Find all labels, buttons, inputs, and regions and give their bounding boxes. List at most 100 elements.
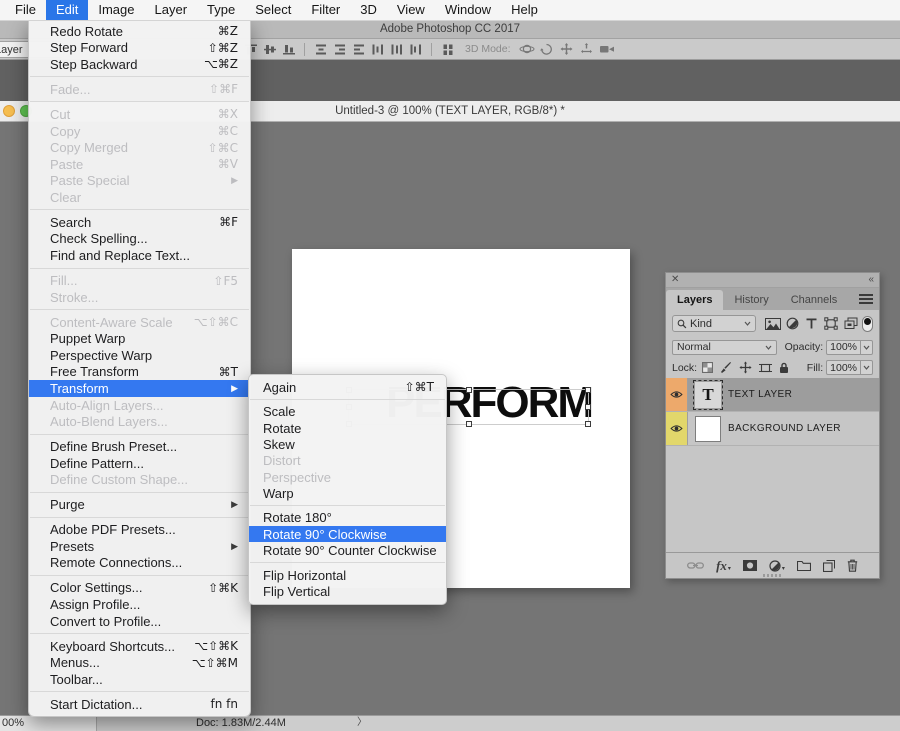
layer-thumbnail[interactable] [695,416,721,442]
distribute-bottom-edges-icon[interactable] [352,42,366,56]
layer-row-background-layer[interactable]: BACKGROUND LAYER [666,412,879,446]
distribute-vertical-centers-icon[interactable] [333,42,347,56]
menu-edit[interactable]: Edit [46,0,88,20]
menu-item-toolbar[interactable]: Toolbar... [29,671,250,688]
close-icon[interactable]: ✕ [671,274,679,286]
new-group-icon[interactable] [797,560,811,571]
shape-layer-filter-icon[interactable] [823,316,840,332]
layer-thumbnail[interactable]: T [695,382,721,408]
filter-toggle-switch[interactable] [862,316,873,332]
chevron-down-icon[interactable] [860,361,872,374]
transform-handle[interactable] [466,421,472,427]
menu-item-flip-horizontal[interactable]: Flip Horizontal [249,567,446,583]
layer-style-fx-icon[interactable]: fx▾ [716,560,731,572]
adjustment-layer-filter-icon[interactable] [784,316,801,332]
menu-item-define-pattern[interactable]: Define Pattern... [29,455,250,472]
menu-item-flip-vertical[interactable]: Flip Vertical [249,583,446,599]
transform-handle[interactable] [466,387,472,393]
smart-object-filter-icon[interactable] [842,316,859,332]
menu-item-rotate-90-counter-clockwise[interactable]: Rotate 90° Counter Clockwise [249,542,446,558]
transform-handle[interactable] [585,387,591,393]
menu-item-adobe-pdf-presets[interactable]: Adobe PDF Presets... [29,521,250,538]
menu-item-skew[interactable]: Skew [249,436,446,452]
menu-item-define-brush-preset[interactable]: Define Brush Preset... [29,438,250,455]
slide-3d-icon[interactable] [579,41,595,57]
link-layers-icon[interactable] [687,561,704,570]
minimize-traffic-light[interactable] [3,105,15,117]
menu-item-find-and-replace-text[interactable]: Find and Replace Text... [29,247,250,264]
menu-type[interactable]: Type [197,0,245,20]
blend-mode-dropdown[interactable]: Normal [672,340,777,355]
status-chevron-icon[interactable]: 〉 [357,716,367,730]
menu-item-scale[interactable]: Scale [249,404,446,420]
delete-layer-icon[interactable] [847,559,858,572]
distribute-horizontal-centers-icon[interactable] [390,42,404,56]
align-vertical-centers-icon[interactable] [263,42,277,56]
transform-handle[interactable] [585,421,591,427]
menu-item-again[interactable]: Again⇧⌘T [249,379,446,395]
lock-transparency-icon[interactable] [702,362,713,373]
kind-filter-dropdown[interactable]: Kind [672,315,756,332]
menu-item-remote-connections[interactable]: Remote Connections... [29,555,250,572]
type-layer-filter-icon[interactable] [803,316,820,332]
menu-item-rotate-180[interactable]: Rotate 180° [249,510,446,526]
menu-help[interactable]: Help [501,0,548,20]
auto-layout-icon[interactable] [441,42,455,56]
menu-file[interactable]: File [5,0,46,20]
new-adjustment-layer-icon[interactable]: ▾ [769,560,785,572]
collapse-panel-icon[interactable]: « [868,273,874,286]
panel-menu-icon[interactable] [859,294,873,304]
layer-row-text-layer[interactable]: TTEXT LAYER [666,378,879,412]
menu-item-menus[interactable]: Menus...⌥⇧⌘M [29,654,250,671]
menu-item-perspective-warp[interactable]: Perspective Warp [29,347,250,364]
menu-image[interactable]: Image [88,0,144,20]
menu-item-convert-to-profile[interactable]: Convert to Profile... [29,613,250,630]
lock-pixels-icon[interactable] [720,362,732,374]
distribute-right-edges-icon[interactable] [409,42,423,56]
menu-item-puppet-warp[interactable]: Puppet Warp [29,330,250,347]
menu-item-warp[interactable]: Warp [249,485,446,501]
menu-item-free-transform[interactable]: Free Transform⌘T [29,364,250,381]
menu-item-redo-rotate[interactable]: Redo Rotate⌘Z [29,23,250,40]
menu-item-presets[interactable]: Presets▶ [29,538,250,555]
new-layer-icon[interactable] [823,560,835,572]
menu-view[interactable]: View [387,0,435,20]
fill-input[interactable]: 100% [826,360,873,375]
menu-item-keyboard-shortcuts[interactable]: Keyboard Shortcuts...⌥⇧⌘K [29,638,250,655]
tab-history[interactable]: History [723,290,779,310]
visibility-toggle[interactable] [666,378,688,411]
transform-handle[interactable] [585,404,591,410]
menu-item-rotate-90-clockwise[interactable]: Rotate 90° Clockwise [249,526,446,542]
menu-item-rotate[interactable]: Rotate [249,420,446,436]
roll-3d-icon[interactable] [539,41,555,57]
lock-position-icon[interactable] [739,361,752,374]
opacity-input[interactable]: 100% [826,340,873,355]
tab-layers[interactable]: Layers [666,290,723,310]
lock-artboard-icon[interactable] [759,362,772,374]
menu-item-start-dictation[interactable]: Start Dictation...fn fn [29,696,250,713]
menu-filter[interactable]: Filter [301,0,350,20]
menu-select[interactable]: Select [245,0,301,20]
tab-channels[interactable]: Channels [780,290,848,310]
align-bottom-edges-icon[interactable] [282,42,296,56]
menu-layer[interactable]: Layer [145,0,198,20]
pan-3d-icon[interactable] [559,41,575,57]
orbit-3d-icon[interactable] [519,41,535,57]
distribute-top-edges-icon[interactable] [314,42,328,56]
menu-3d[interactable]: 3D [350,0,387,20]
menu-window[interactable]: Window [435,0,501,20]
menu-item-check-spelling[interactable]: Check Spelling... [29,231,250,248]
zoom-level-field[interactable]: 00% [0,716,97,731]
add-layer-mask-icon[interactable] [743,560,757,571]
menu-item-purge[interactable]: Purge▶ [29,496,250,513]
chevron-down-icon[interactable] [860,341,872,354]
menu-item-step-backward[interactable]: Step Backward⌥⌘Z [29,56,250,73]
menu-item-step-forward[interactable]: Step Forward⇧⌘Z [29,40,250,57]
menu-item-transform[interactable]: Transform▶ [29,380,250,397]
lock-all-icon[interactable] [779,362,789,374]
camera-3d-icon[interactable] [599,41,615,57]
distribute-left-edges-icon[interactable] [371,42,385,56]
menu-item-assign-profile[interactable]: Assign Profile... [29,596,250,613]
visibility-toggle[interactable] [666,412,688,445]
pixel-layer-filter-icon[interactable] [764,316,781,332]
